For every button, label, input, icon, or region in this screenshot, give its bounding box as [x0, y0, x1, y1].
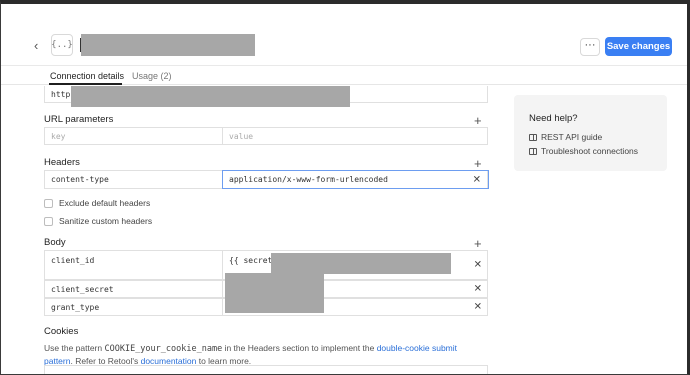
- remove-header-close-icon[interactable]: ✕: [473, 174, 481, 185]
- help-link-label: Troubleshoot connections: [541, 146, 639, 156]
- save-changes-button[interactable]: Save changes: [605, 37, 672, 56]
- redacted-secret-values: [225, 273, 324, 313]
- remove-body-field-close-icon[interactable]: ✕: [474, 260, 482, 271]
- add-header-plus-icon[interactable]: +: [474, 157, 482, 170]
- rest-api-guide-link[interactable]: REST API guide: [529, 132, 602, 142]
- cookies-description: Use the pattern COOKIE_your_cookie_name …: [44, 342, 474, 367]
- sanitize-custom-headers-option[interactable]: Sanitize custom headers: [44, 216, 152, 226]
- sanitize-custom-headers-label: Sanitize custom headers: [59, 216, 153, 226]
- exclude-default-headers-label: Exclude default headers: [59, 198, 151, 208]
- body-title: Body: [44, 237, 66, 248]
- header-value-text: application/x-www-form-urlencoded: [229, 175, 388, 184]
- troubleshoot-connections-link[interactable]: Troubleshoot connections: [529, 146, 638, 156]
- url-parameter-value-input[interactable]: value: [222, 128, 489, 144]
- sanitize-custom-headers-checkbox[interactable]: [44, 216, 53, 226]
- body-key-input[interactable]: grant_type: [45, 299, 222, 315]
- url-parameter-row: key value: [44, 127, 488, 145]
- body-value-text: {{ secrets: [229, 256, 278, 265]
- chevron-left-icon[interactable]: ‹: [34, 38, 38, 53]
- remove-body-field-close-icon[interactable]: ✕: [474, 284, 482, 295]
- help-panel: Need help? REST API guide Troubleshoot c…: [514, 95, 667, 171]
- cookies-input[interactable]: [44, 365, 488, 374]
- header-key-input[interactable]: content-type: [45, 171, 222, 188]
- body-key-input[interactable]: client_id: [45, 251, 222, 279]
- add-body-field-plus-icon[interactable]: +: [474, 237, 482, 250]
- add-url-parameter-plus-icon[interactable]: +: [474, 114, 482, 127]
- url-parameters-title: URL parameters: [44, 114, 114, 125]
- tab-usage[interactable]: Usage (2): [132, 71, 172, 81]
- app-window: ‹ {..} ··· Save changes Connection detai…: [0, 0, 690, 375]
- body-key-input[interactable]: client_secret: [45, 281, 222, 297]
- resource-icon: {..}: [51, 34, 73, 56]
- help-link-label: REST API guide: [541, 132, 603, 142]
- book-icon: [529, 147, 537, 155]
- url-parameter-key-input[interactable]: key: [45, 128, 222, 144]
- top-bar: ‹ {..} ··· Save changes: [1, 4, 687, 66]
- exclude-default-headers-option[interactable]: Exclude default headers: [44, 198, 150, 208]
- key-placeholder: key: [51, 131, 66, 141]
- redacted-resource-name: [81, 34, 255, 56]
- value-placeholder: value: [229, 131, 254, 141]
- headers-title: Headers: [44, 157, 80, 168]
- help-title: Need help?: [529, 113, 578, 124]
- tab-connection-details[interactable]: Connection details: [50, 71, 124, 81]
- header-row: content-type application/x-www-form-urle…: [44, 170, 489, 189]
- active-tab-indicator: [49, 83, 122, 85]
- cookies-title: Cookies: [44, 326, 79, 337]
- cookie-pattern-code: COOKIE_your_cookie_name: [104, 344, 223, 354]
- header-value-input[interactable]: application/x-www-form-urlencoded ✕: [222, 170, 489, 189]
- redacted-client-id: [271, 253, 451, 274]
- redacted-base-url: [71, 86, 350, 107]
- cookies-text: in the Headers section to implement the: [222, 343, 377, 353]
- more-options-button[interactable]: ···: [580, 38, 600, 56]
- remove-body-field-close-icon[interactable]: ✕: [474, 302, 482, 313]
- book-icon: [529, 133, 537, 141]
- exclude-default-headers-checkbox[interactable]: [44, 198, 53, 208]
- cookies-text: Use the pattern: [44, 343, 105, 353]
